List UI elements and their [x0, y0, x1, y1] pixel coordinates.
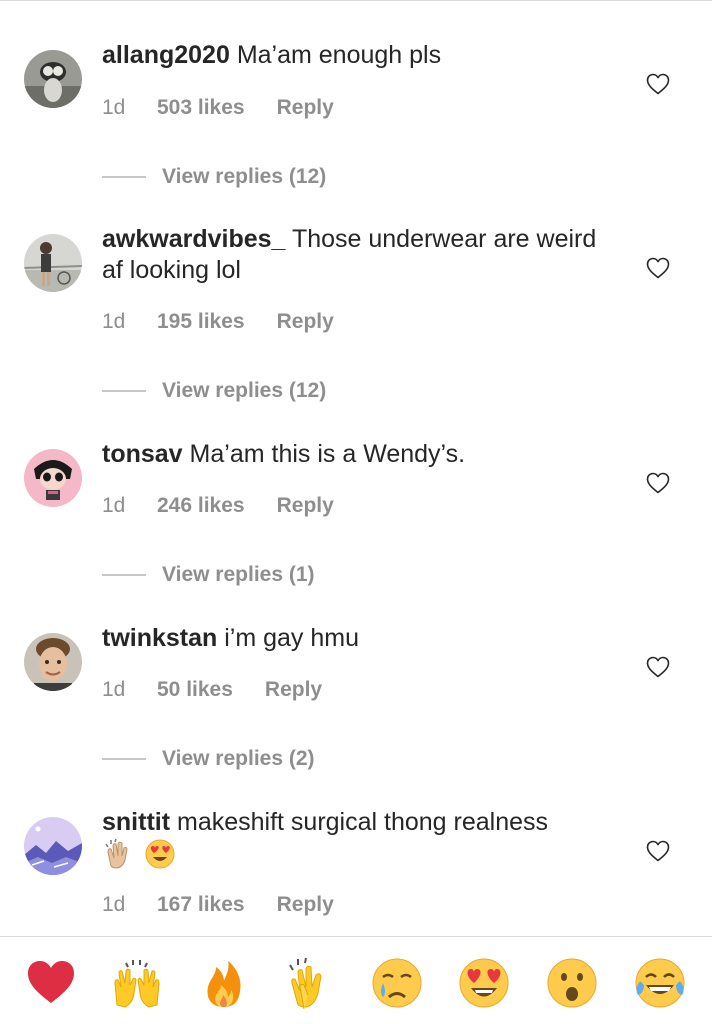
comment-likes[interactable]: 167 likes: [157, 893, 245, 917]
avatar[interactable]: [24, 633, 82, 691]
like-heart-icon[interactable]: [646, 840, 670, 862]
comment-text: tonsav Ma’am this is a Wendy’s.: [102, 439, 602, 470]
replies-divider: [102, 390, 146, 392]
comment-time: 1d: [102, 494, 126, 517]
comment-meta: 1d 503 likes Reply: [102, 93, 334, 123]
tears-of-joy-emoji[interactable]: [632, 955, 688, 1011]
like-heart-icon[interactable]: [646, 257, 670, 279]
replies-divider: [102, 574, 146, 576]
comment-likes[interactable]: 246 likes: [157, 494, 245, 518]
view-replies-button[interactable]: View replies (12): [102, 162, 326, 192]
view-replies-button[interactable]: View replies (2): [102, 744, 315, 774]
view-replies-button[interactable]: View replies (12): [102, 376, 326, 406]
comment-meta: 1d 167 likes Reply: [102, 890, 334, 920]
reply-button[interactable]: Reply: [277, 310, 334, 334]
comment-likes[interactable]: 50 likes: [157, 678, 233, 702]
fire-emoji[interactable]: [196, 955, 252, 1011]
top-divider: [0, 0, 712, 1]
reply-button[interactable]: Reply: [277, 893, 334, 917]
view-replies-label: View replies (12): [162, 165, 327, 188]
heart-eyes-emoji: [144, 838, 176, 870]
comment-likes[interactable]: 503 likes: [157, 96, 245, 120]
comment-body: Ma’am enough pls: [236, 41, 442, 69]
comment-meta: 1d 246 likes Reply: [102, 491, 334, 521]
comment-time: 1d: [102, 678, 126, 701]
comment-username[interactable]: tonsav: [102, 440, 183, 468]
comment-body: Ma’am this is a Wendy’s.: [189, 440, 466, 468]
crying-face-emoji[interactable]: [369, 955, 425, 1011]
clapping-hands-emoji[interactable]: [282, 955, 338, 1011]
comment-time: 1d: [102, 96, 126, 119]
comment-username[interactable]: awkwardvibes_: [102, 225, 285, 253]
view-replies-label: View replies (12): [162, 379, 327, 402]
comment-username[interactable]: allang2020: [102, 41, 230, 69]
emoji-bar-divider: [0, 936, 712, 937]
comment-username[interactable]: twinkstan: [102, 624, 217, 652]
avatar[interactable]: [24, 817, 82, 875]
like-heart-icon[interactable]: [646, 656, 670, 678]
view-replies-label: View replies (2): [162, 747, 315, 770]
avatar[interactable]: [24, 449, 82, 507]
heart-eyes-emoji[interactable]: [456, 955, 512, 1011]
avatar[interactable]: [24, 50, 82, 108]
comment-time: 1d: [102, 893, 126, 916]
clapping-hands-emoji: [102, 838, 134, 870]
like-heart-icon[interactable]: [646, 73, 670, 95]
emoji-reaction-bar: [0, 955, 712, 1015]
comment-meta: 1d 50 likes Reply: [102, 675, 322, 705]
comment-text: awkwardvibes_ Those underwear are weird …: [102, 224, 602, 286]
reply-button[interactable]: Reply: [277, 96, 334, 120]
surprised-face-emoji[interactable]: [544, 955, 600, 1011]
view-replies-label: View replies (1): [162, 563, 315, 586]
raising-hands-emoji[interactable]: [109, 955, 165, 1011]
comment-body: i’m gay hmu: [224, 624, 360, 652]
avatar[interactable]: [24, 234, 82, 292]
comment-text: twinkstan i’m gay hmu: [102, 623, 602, 654]
comment-text: snittit makeshift surgical thong realnes…: [102, 807, 602, 872]
comment-username[interactable]: snittit: [102, 808, 170, 836]
view-replies-button[interactable]: View replies (1): [102, 560, 315, 590]
reply-button[interactable]: Reply: [265, 678, 322, 702]
like-heart-icon[interactable]: [646, 472, 670, 494]
replies-divider: [102, 758, 146, 760]
comment-likes[interactable]: 195 likes: [157, 310, 245, 334]
comment-body: makeshift surgical thong realness: [177, 808, 549, 836]
comment-meta: 1d 195 likes Reply: [102, 307, 334, 337]
comment-time: 1d: [102, 310, 126, 333]
replies-divider: [102, 176, 146, 178]
comment-text: allang2020 Ma’am enough pls: [102, 40, 602, 71]
red-heart-emoji[interactable]: [23, 955, 79, 1011]
reply-button[interactable]: Reply: [277, 494, 334, 518]
